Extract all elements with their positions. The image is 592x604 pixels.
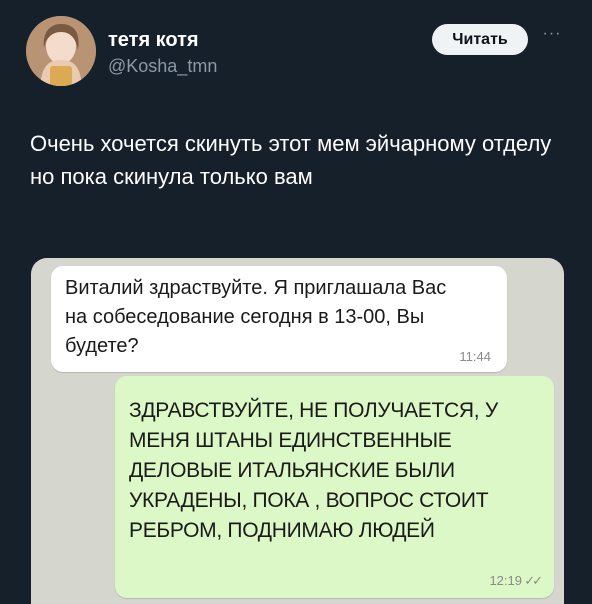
more-dots-icon[interactable]: ··· (542, 24, 562, 44)
user-handle[interactable]: @Kosha_tmn (108, 56, 217, 77)
outgoing-message-text: ЗДРАВСТВУЙТЕ, НЕ ПОЛУЧАЕТСЯ, У МЕНЯ ШТАН… (129, 399, 498, 542)
incoming-message-time: 11:44 (459, 349, 491, 364)
incoming-message-text: Виталий здраствуйте. Я приглашала Вас на… (65, 277, 447, 357)
outgoing-message-time: 12:19 (489, 573, 522, 588)
avatar[interactable] (26, 16, 96, 86)
tweet-text: Очень хочется скинуть этот мем эйчарному… (30, 131, 552, 189)
display-name[interactable]: тетя котя (108, 29, 199, 52)
avatar-photo-icon (26, 16, 96, 86)
outgoing-message-bubble: ЗДРАВСТВУЙТЕ, НЕ ПОЛУЧАЕТСЯ, У МЕНЯ ШТАН… (115, 376, 554, 598)
double-check-icon: ✓✓ (524, 573, 543, 588)
tweet-page: тетя котя @Kosha_tmn Читать ··· Очень хо… (0, 0, 592, 604)
tweet-media-image[interactable]: Виталий здраствуйте. Я приглашала Вас на… (31, 258, 564, 604)
incoming-message-bubble: Виталий здраствуйте. Я приглашала Вас на… (51, 266, 507, 372)
read-button[interactable]: Читать (432, 24, 528, 55)
